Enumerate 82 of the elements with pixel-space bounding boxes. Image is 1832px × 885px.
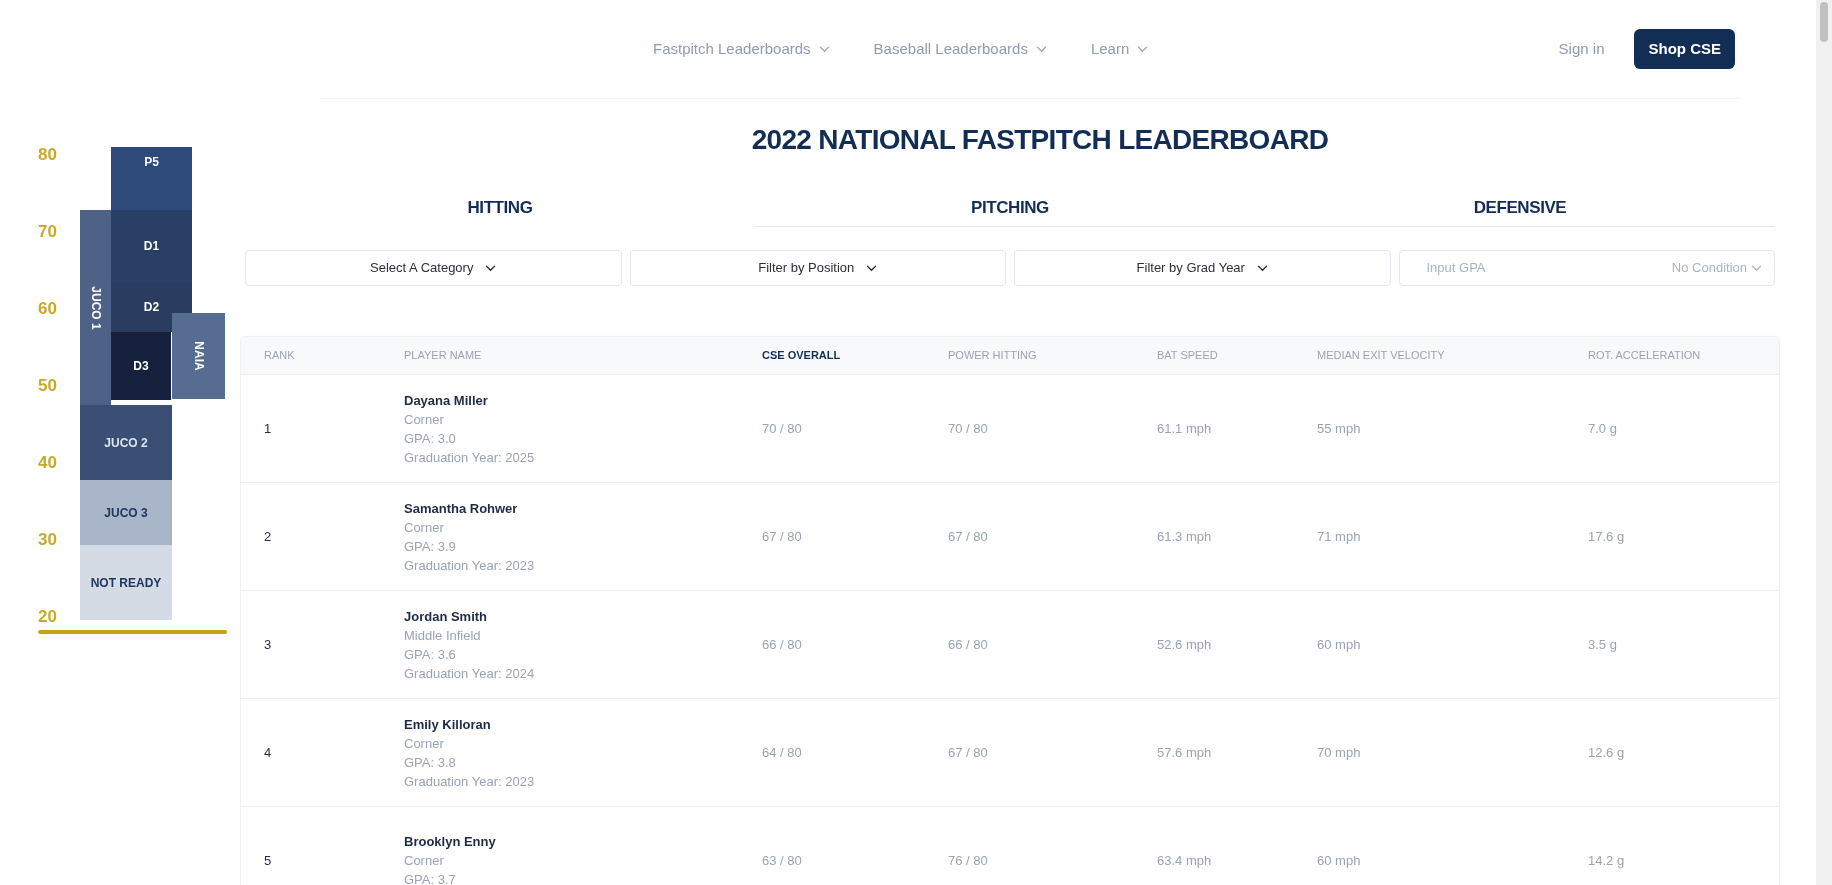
table-cell-text: 57.6 mph [1157, 743, 1213, 762]
tier-label: JUCO 1 [87, 285, 104, 330]
scale-number: 60 [38, 300, 57, 317]
table-cell-text: 67 / 80 [762, 527, 803, 546]
player-name[interactable]: Jordan Smith [404, 606, 762, 626]
filter-dropdown[interactable]: Filter by Grad Year [1014, 250, 1391, 286]
player-name[interactable]: Dayana Miller [404, 390, 762, 410]
chevron-down-icon [1256, 264, 1268, 272]
tier-label: JUCO 2 [104, 434, 148, 452]
table-cell-text: 76 / 80 [948, 851, 989, 870]
scale-number: 40 [38, 454, 57, 471]
table-cell-text: 66 / 80 [762, 635, 803, 654]
page-title: 2022 NATIONAL FASTPITCH LEADERBOARD [750, 123, 1330, 157]
table-cell-text: 70 / 80 [762, 419, 803, 438]
player-detail: Graduation Year: 2023 [404, 772, 536, 791]
table-cell-text: 7.0 g [1588, 419, 1618, 438]
player-detail: Corner [404, 852, 445, 870]
table-cell-text: 63.4 mph [1157, 851, 1213, 870]
rank-cell-text: 5 [264, 851, 273, 870]
tab[interactable]: DEFENSIVE [1265, 189, 1775, 227]
tier-label: NOT READY [90, 574, 162, 592]
table-cell-text: 60 mph [1317, 635, 1362, 654]
table-cell-text: 14.2 g [1588, 851, 1626, 870]
table-cell-text: 67 / 80 [948, 743, 989, 762]
table-cell-text: 63 / 80 [762, 851, 803, 870]
table-cell-text: 60 mph [1317, 851, 1362, 870]
table-cell-text: 67 / 80 [948, 527, 989, 546]
shop-button[interactable]: Shop CSE [1634, 29, 1735, 69]
player-detail: GPA: 3.6 [404, 645, 457, 664]
player-detail: Graduation Year: 2025 [404, 448, 536, 467]
player-detail: Graduation Year: 2023 [404, 556, 536, 575]
player-name[interactable]: Samantha Rohwer [404, 498, 762, 518]
tier-label: JUCO 3 [104, 504, 148, 522]
scale-number: 70 [38, 223, 57, 240]
table-cell-text: 55 mph [1317, 419, 1362, 438]
table-cell-text: 66 / 80 [948, 635, 989, 654]
rank-cell-text: 3 [264, 635, 273, 654]
table-cell-text: 17.6 g [1588, 527, 1626, 546]
rank-cell-text: 4 [264, 743, 273, 762]
table-cell-text: 71 mph [1317, 527, 1362, 546]
player-detail: Middle Infield [404, 626, 482, 645]
tier-label: NAIA [190, 341, 207, 371]
filter-dropdown[interactable]: Select A Category [245, 250, 622, 286]
chevron-down-icon [1035, 45, 1047, 53]
player-detail: Corner [404, 410, 445, 429]
chevron-down-icon [866, 264, 878, 272]
rank-cell-text: 2 [264, 527, 273, 546]
player-name[interactable]: Emily Killoran [404, 714, 762, 734]
tab[interactable]: HITTING [245, 189, 755, 227]
table-cell-text: 12.6 g [1588, 743, 1626, 762]
scale-number: 30 [38, 531, 57, 548]
player-detail: GPA: 3.0 [404, 429, 457, 448]
player-detail: Corner [404, 518, 445, 537]
player-detail: GPA: 3.7 [404, 871, 457, 885]
chevron-down-icon [818, 45, 830, 53]
player-detail: Graduation Year: 2024 [404, 664, 536, 683]
tier-label: D1 [143, 238, 160, 255]
chevron-down-icon [485, 264, 497, 272]
table-cell-text: 70 / 80 [948, 419, 989, 438]
chevron-down-icon [1751, 264, 1762, 272]
table-cell-text: 70 mph [1317, 743, 1362, 762]
table-cell-text: 61.1 mph [1157, 419, 1213, 438]
player-detail: GPA: 3.8 [404, 753, 457, 772]
scale-number: 50 [38, 377, 57, 394]
scale-number: 80 [38, 146, 57, 163]
chevron-down-icon [1137, 45, 1149, 53]
table-cell-text: 3.5 g [1588, 635, 1618, 654]
tab[interactable]: PITCHING [755, 189, 1265, 227]
tier-label: P5 [144, 154, 159, 171]
column-header[interactable]: CSE OVERALL [762, 347, 948, 364]
scale-number: 20 [38, 608, 57, 625]
tier-label: D2 [143, 299, 160, 316]
table-cell-text: 61.3 mph [1157, 527, 1213, 546]
rank-cell-text: 1 [264, 419, 273, 438]
tier-label: D3 [133, 358, 149, 375]
table-cell-text: 52.6 mph [1157, 635, 1213, 654]
filter-dropdown[interactable]: Filter by Position [629, 250, 1006, 286]
scrollbar[interactable] [1816, 0, 1832, 885]
player-name[interactable]: Brooklyn Enny [404, 832, 762, 851]
player-detail: Corner [404, 734, 445, 753]
player-detail: GPA: 3.9 [404, 537, 457, 556]
table-cell-text: 64 / 80 [762, 743, 803, 762]
